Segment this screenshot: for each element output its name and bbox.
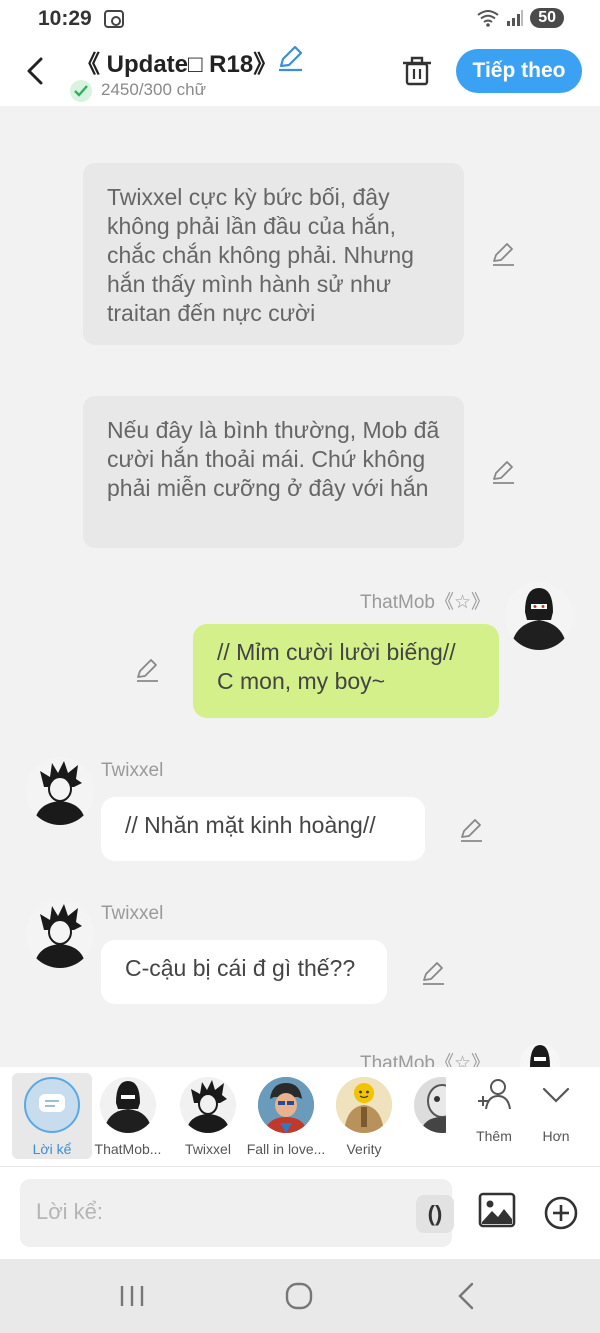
expand-button[interactable]: Hơn (528, 1075, 584, 1144)
thatmob-avatar[interactable] (520, 1043, 560, 1067)
character-narrator[interactable]: Lời kể (12, 1073, 92, 1159)
delete-button[interactable] (400, 54, 434, 88)
speaker-name: Twixxel (101, 760, 164, 781)
dialogue-bubble[interactable]: // Mỉm cười lười biếng// C mon, my boy~ (193, 624, 499, 718)
twixxel-avatar[interactable] (26, 757, 94, 825)
wifi-icon (477, 10, 499, 27)
character-label: Lời kể (32, 1141, 72, 1157)
add-character-button[interactable]: Thêm (466, 1075, 522, 1144)
thatmob-avatar (100, 1077, 156, 1133)
character-unnamed[interactable] (402, 1073, 446, 1157)
word-count: 2450/300 chữ (101, 80, 206, 99)
character-label: Verity (346, 1141, 382, 1157)
dialogue-bubble[interactable]: C-cậu bị cái đ gì thế?? (101, 940, 387, 1004)
character-twixxel[interactable]: Twixxel (168, 1073, 248, 1157)
action-parenthesis-button[interactable]: () (416, 1195, 454, 1233)
system-navigation-bar (0, 1259, 600, 1333)
character-thatmob[interactable]: ThatMob... (88, 1073, 168, 1157)
back-button[interactable] (20, 54, 50, 88)
status-indicators: 50 (476, 8, 564, 28)
edit-message-icon[interactable] (458, 817, 484, 843)
character-avatar (414, 1077, 446, 1133)
story-title: 《 Update□ R18》 (76, 51, 278, 78)
twixxel-avatar (180, 1077, 236, 1133)
character-label: Fall in love... (246, 1141, 326, 1157)
image-icon[interactable] (478, 1191, 516, 1229)
twixxel-avatar[interactable] (26, 900, 94, 968)
edit-message-icon[interactable] (420, 960, 446, 986)
character-label (402, 1141, 446, 1157)
character-selector: Lời kể ThatMob... Twixxel Fall in love..… (0, 1067, 600, 1167)
character-label: ThatMob... (94, 1141, 162, 1157)
add-character-label: Thêm (476, 1128, 512, 1144)
character-fall-in-love[interactable]: Fall in love... (246, 1073, 326, 1157)
speaker-name: ThatMob《☆》 (359, 592, 490, 613)
expand-label: Hơn (542, 1128, 570, 1144)
status-time: 10:29 (38, 7, 92, 30)
narration-icon (24, 1077, 80, 1133)
edit-title-icon[interactable] (276, 44, 304, 72)
edit-message-icon[interactable] (490, 459, 516, 485)
next-button[interactable]: Tiếp theo (456, 49, 582, 93)
edit-message-icon[interactable] (134, 657, 160, 683)
screen-record-icon (104, 10, 124, 28)
add-person-icon (478, 1079, 511, 1110)
home-icon[interactable] (284, 1281, 314, 1311)
narration-bubble[interactable]: Nếu đây là bình thường, Mob đã cười hắn … (83, 396, 464, 548)
signal-icon (507, 10, 524, 26)
fall-in-love-avatar (258, 1077, 314, 1133)
plus-circle-icon[interactable] (543, 1195, 579, 1231)
status-bar: 10:29 50 (0, 0, 600, 40)
editor-header: 《 Update□ R18》 2450/300 chữ Tiếp theo (0, 40, 600, 106)
message-input[interactable] (36, 1199, 396, 1225)
composer: () (0, 1167, 600, 1259)
edit-message-icon[interactable] (490, 241, 516, 267)
chevron-left-icon (27, 57, 43, 85)
check-icon (70, 80, 92, 102)
battery-indicator: 50 (530, 8, 564, 28)
dialogue-bubble[interactable]: // Nhăn mặt kinh hoàng// (101, 797, 425, 861)
chevron-down-icon (542, 1087, 570, 1103)
verity-avatar (336, 1077, 392, 1133)
thatmob-avatar[interactable] (505, 582, 573, 650)
character-verity[interactable]: Verity (324, 1073, 404, 1157)
speaker-name: Twixxel (101, 903, 164, 924)
recent-apps-icon[interactable] (117, 1281, 147, 1311)
narration-bubble[interactable]: Twixxel cực kỳ bức bối, đây không phải l… (83, 163, 464, 345)
back-nav-icon[interactable] (452, 1281, 482, 1311)
message-input-container: () (20, 1179, 454, 1247)
character-label: Twixxel (185, 1141, 231, 1157)
